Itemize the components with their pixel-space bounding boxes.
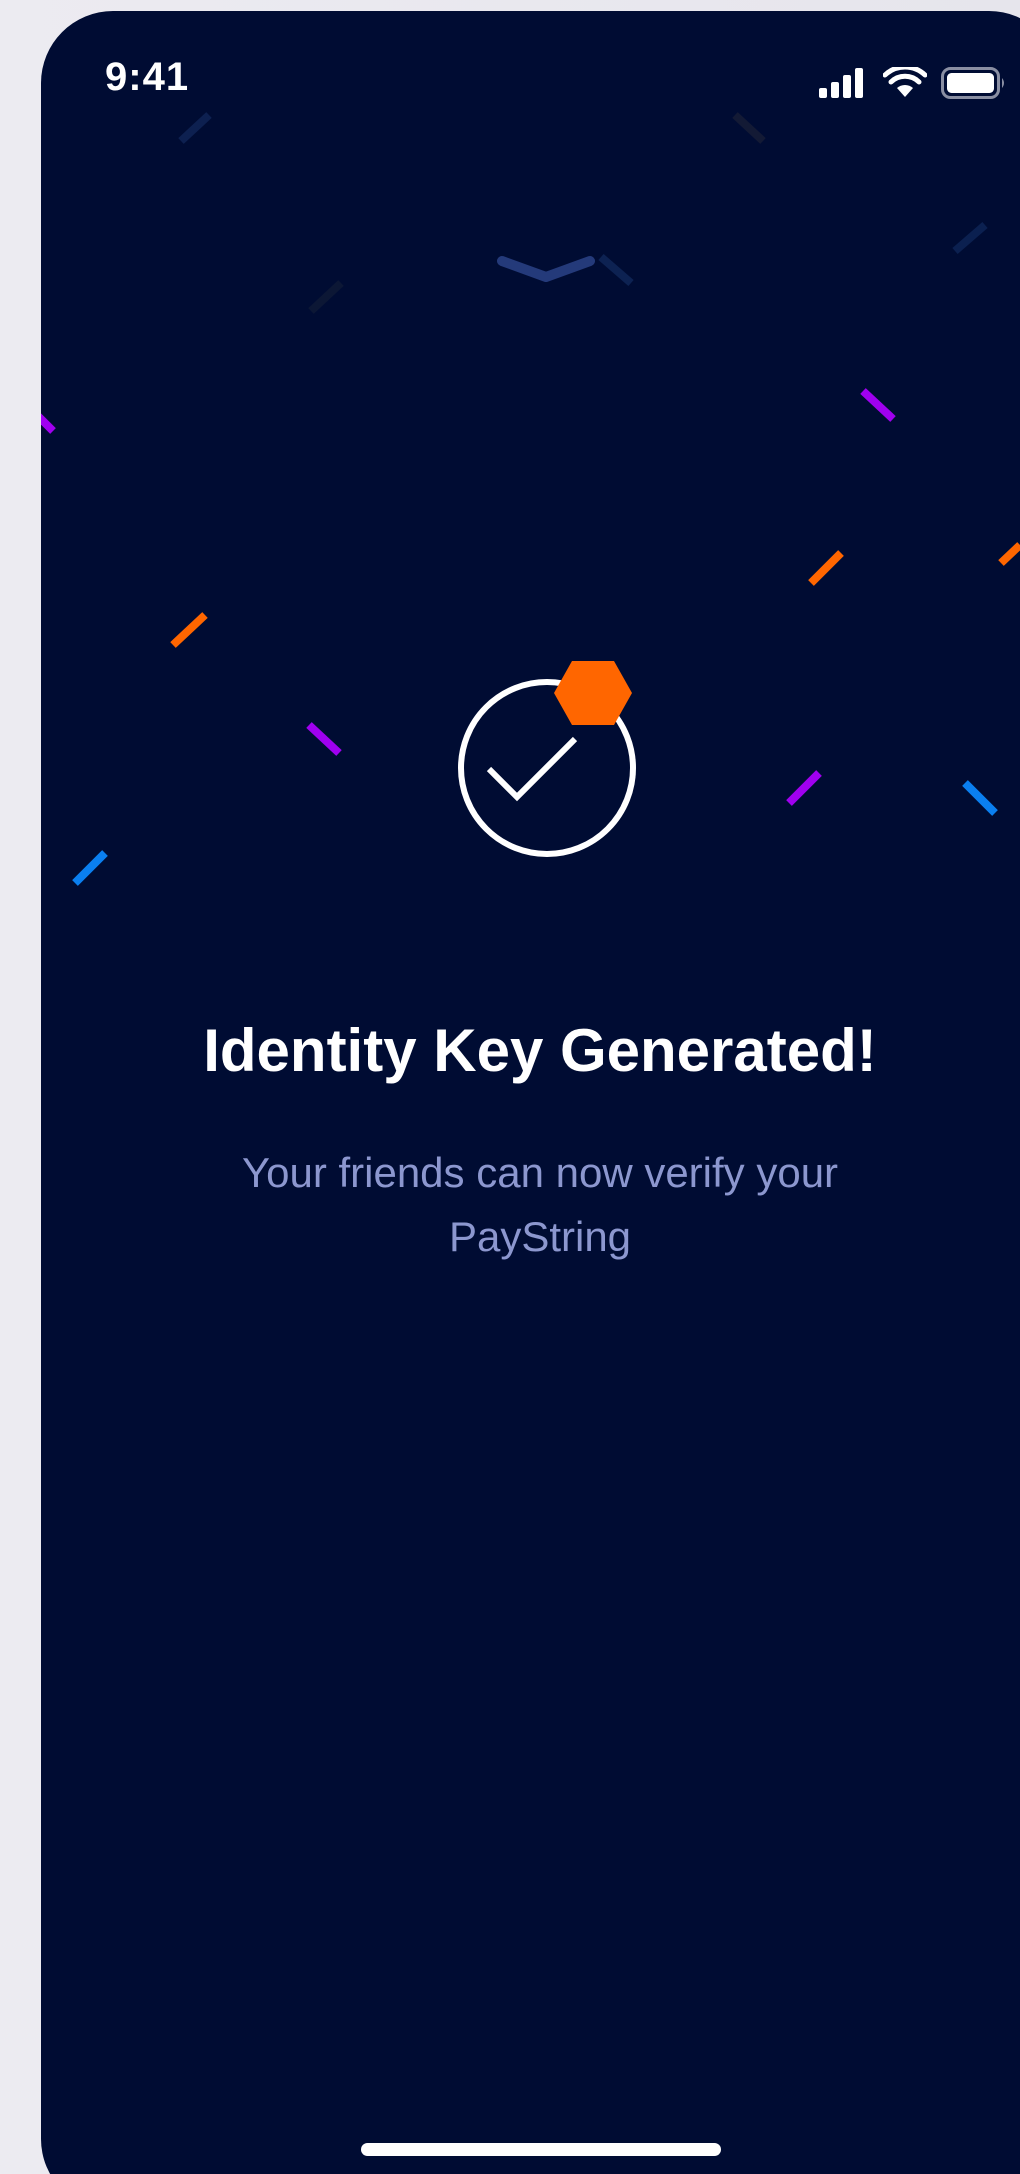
hexagon-badge-icon xyxy=(554,661,632,725)
confetti-piece xyxy=(952,221,988,255)
phone-screen: 9:41 Identity Key Generated! Your friend… xyxy=(41,11,1020,2174)
battery-icon xyxy=(941,67,1004,99)
confetti-piece xyxy=(72,850,108,886)
confetti-piece xyxy=(41,413,56,434)
status-icons xyxy=(819,63,1007,103)
confetti-piece xyxy=(170,612,208,648)
checkmark-circle-icon xyxy=(458,661,636,857)
page-background: 9:41 Identity Key Generated! Your friend… xyxy=(0,0,1020,2174)
confetti-piece xyxy=(306,722,342,756)
confetti-piece xyxy=(808,550,844,586)
confetti-layer xyxy=(41,112,1020,886)
status-bar: 9:41 xyxy=(41,11,1020,131)
cellular-signal-icon xyxy=(819,68,863,98)
confetti-piece xyxy=(860,388,896,422)
dismiss-handle-chevron-icon[interactable] xyxy=(496,249,596,289)
wifi-icon xyxy=(883,67,927,97)
confetti-piece xyxy=(962,780,998,816)
home-indicator[interactable] xyxy=(361,2143,721,2156)
confetti-piece xyxy=(998,542,1020,566)
confetti-piece xyxy=(786,770,822,806)
status-time: 9:41 xyxy=(105,55,190,99)
confetti-piece xyxy=(308,280,344,314)
success-title: Identity Key Generated! xyxy=(203,1017,877,1084)
confetti-piece xyxy=(598,253,634,287)
success-subtitle: Your friends can now verify your PayStri… xyxy=(241,1149,839,1260)
